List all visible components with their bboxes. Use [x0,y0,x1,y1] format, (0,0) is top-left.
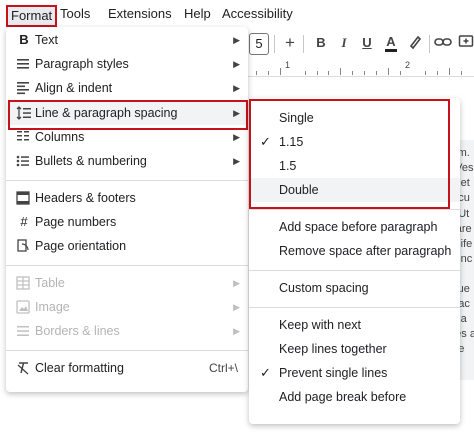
menu-item-text[interactable]: B Text ▶ [6,28,248,52]
custom-spacing[interactable]: Custom spacing [249,276,460,300]
menu-item-label: Columns [35,130,85,144]
insert-link-icon[interactable] [434,34,452,50]
bold-button[interactable]: B [315,34,327,52]
menu-item-table: Table ▶ [6,271,248,295]
checkmark-icon: ✓ [260,365,271,380]
menu-divider [6,265,248,266]
menu-divider [6,180,248,181]
submenu-arrow-icon: ▶ [233,59,240,69]
highlight-annotation-box [249,99,450,209]
add-page-break-before[interactable]: Add page break before [249,385,460,409]
menu-item-label: Align & indent [35,81,113,95]
increase-font-size-button[interactable]: + [283,34,297,52]
menu-format[interactable]: Format [6,5,58,27]
menu-item-label: Borders & lines [35,324,120,338]
submenu-arrow-icon: ▶ [233,156,240,166]
highlight-pen-icon[interactable] [408,34,424,50]
ruler: 1 2 [235,60,474,77]
ruler-number: 2 [405,60,411,70]
menu-item-paragraph-styles[interactable]: Paragraph styles ▶ [6,52,248,76]
remove-space-after-paragraph[interactable]: Remove space after paragraph [249,239,460,263]
ruler-number: 1 [285,60,291,70]
menu-item-page-numbers[interactable]: # Page numbers [6,210,248,234]
keep-with-next[interactable]: Keep with next [249,313,460,337]
menu-item-label: Page orientation [35,239,127,253]
toolbar: 5 + B I U A [235,32,474,56]
font-size-input[interactable]: 5 [249,33,269,55]
image-icon [16,295,32,319]
menu-accessibility[interactable]: Accessibility [220,6,295,22]
menu-item-label: Paragraph styles [35,57,129,71]
submenu-arrow-icon: ▶ [233,302,240,312]
submenu-arrow-icon: ▶ [233,83,240,93]
format-menu: B Text ▶ Paragraph styles ▶ Align & inde… [6,27,248,392]
toolbar-divider [274,35,275,53]
menu-divider [249,270,460,271]
menu-item-columns[interactable]: Columns ▶ [6,125,248,149]
menu-tools[interactable]: Tools [58,6,92,22]
menu-item-label: Page numbers [35,215,117,229]
clear-formatting-icon [16,356,32,380]
menu-item-headers-footers[interactable]: Headers & footers [6,186,248,210]
menu-divider [249,209,460,210]
menu-bar: Format Tools Extensions Help Accessibili… [0,3,474,27]
menu-divider [249,307,460,308]
shortcut-hint: Ctrl+\ [208,361,238,375]
headers-footers-icon [16,186,32,210]
prevent-single-lines[interactable]: ✓ Prevent single lines [249,361,460,385]
menu-item-label: Image [35,300,70,314]
page-orientation-icon [16,234,32,258]
submenu-arrow-icon: ▶ [233,278,240,288]
menu-extensions[interactable]: Extensions [106,6,174,22]
columns-icon [16,125,32,149]
menu-item-label: Text [35,33,58,47]
menu-help[interactable]: Help [182,6,213,22]
align-icon [16,76,32,100]
text-color-button[interactable]: A [385,34,397,52]
italic-button[interactable]: I [339,34,349,52]
spacing-submenu: Single ✓ 1.15 1.5 Double Add space befor… [249,98,460,424]
option-label: Remove space after paragraph [279,244,452,258]
option-label: Add space before paragraph [279,220,438,234]
option-label: Prevent single lines [279,366,388,380]
menu-item-label: Table [35,276,65,290]
menu-item-align-indent[interactable]: Align & indent ▶ [6,76,248,100]
option-label: Keep with next [279,318,361,332]
submenu-arrow-icon: ▶ [233,132,240,142]
menu-item-clear-formatting[interactable]: Clear formatting Ctrl+\ [6,356,248,380]
menu-item-label: Bullets & numbering [35,154,147,168]
underline-button[interactable]: U [361,34,373,52]
table-icon [16,271,32,295]
menu-divider [6,350,248,351]
menu-item-borders-lines: Borders & lines ▶ [6,319,248,343]
submenu-arrow-icon: ▶ [233,326,240,336]
toolbar-divider [303,35,304,53]
menu-item-label: Clear formatting [35,361,124,375]
option-label: Keep lines together [279,342,387,356]
insert-comment-icon[interactable] [458,34,474,50]
keep-lines-together[interactable]: Keep lines together [249,337,460,361]
page-numbers-icon: # [20,214,28,229]
bullets-icon [16,149,32,173]
menu-item-page-orientation[interactable]: Page orientation [6,234,248,258]
add-space-before-paragraph[interactable]: Add space before paragraph [249,215,460,239]
toolbar-divider [429,35,430,53]
borders-icon [16,319,32,343]
paragraph-styles-icon [16,52,32,76]
menu-item-bullets-numbering[interactable]: Bullets & numbering ▶ [6,149,248,173]
bold-icon: B [19,32,29,47]
option-label: Add page break before [279,390,407,404]
option-label: Custom spacing [279,281,369,295]
menu-item-image: Image ▶ [6,295,248,319]
submenu-arrow-icon: ▶ [233,35,240,45]
menu-item-label: Headers & footers [35,191,136,205]
